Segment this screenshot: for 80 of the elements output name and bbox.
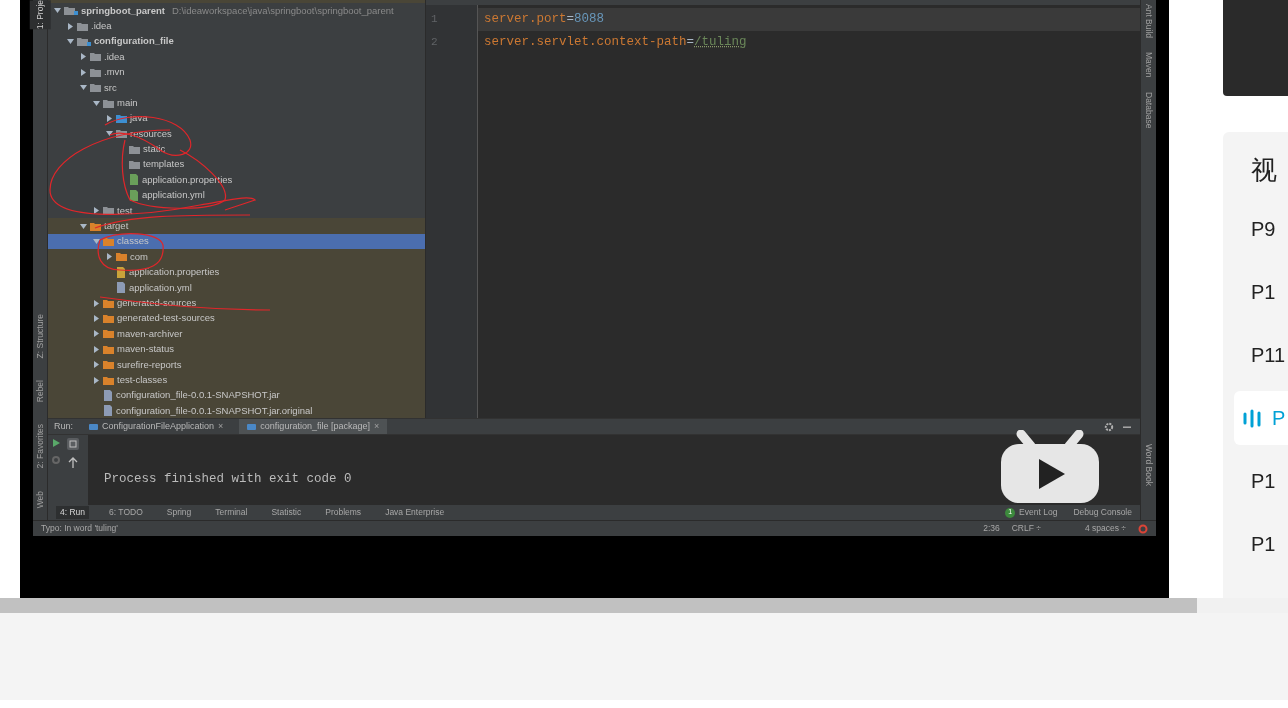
- tree-item-label: application.yml: [129, 280, 192, 295]
- tree-item-label: com: [130, 249, 148, 264]
- run-play-icon[interactable]: [51, 438, 61, 448]
- scrollbar-thumb[interactable]: [0, 598, 1197, 613]
- tree-item-label: configuration_file-0.0.1-SNAPSHOT.jar.original: [116, 403, 313, 418]
- tree-item-label: surefire-reports: [117, 357, 182, 372]
- tree-row[interactable]: .idea: [48, 18, 425, 34]
- play-logo-icon[interactable]: [1001, 430, 1099, 503]
- tree-item-label: springboot_parent: [81, 3, 165, 18]
- collapsed-arrow-icon[interactable]: [67, 22, 74, 30]
- run-label: Run:: [54, 419, 73, 433]
- tool-window-tab[interactable]: Web: [29, 490, 51, 508]
- tree-item-label: test-classes: [117, 372, 168, 387]
- tree-item-label: main: [117, 95, 138, 110]
- tool-window-tab[interactable]: Database: [1142, 91, 1155, 128]
- tree-item-label: .mvn: [104, 65, 125, 80]
- tool-window-tab[interactable]: Z: Structure: [29, 313, 51, 359]
- debug-console-tab[interactable]: Debug Console: [1073, 506, 1132, 519]
- playlist-item[interactable]: P1: [1234, 454, 1288, 508]
- indent-setting[interactable]: 4 spaces ÷: [1084, 522, 1126, 535]
- run-config-icon: [247, 422, 257, 431]
- run-config-icon: [89, 422, 98, 431]
- tree-item-label: target: [104, 219, 129, 234]
- restore-layout-icon[interactable]: [67, 438, 79, 450]
- tool-window-tab[interactable]: 1: Proje: [29, 0, 51, 30]
- tree-row[interactable]: main: [48, 95, 425, 111]
- settings-icon[interactable]: [1104, 421, 1114, 432]
- tool-tab[interactable]: Spring: [162, 506, 196, 519]
- playlist-item[interactable]: P1: [1234, 265, 1288, 319]
- collapsed-arrow-icon[interactable]: [93, 315, 100, 322]
- collapsed-arrow-icon[interactable]: [106, 253, 113, 261]
- console-output: Process finished with exit code 0: [104, 472, 352, 486]
- tree-item-label: src: [104, 80, 117, 95]
- tree-item-label: test: [117, 203, 133, 218]
- tree-item-label: .idea: [91, 18, 112, 33]
- playlist-item[interactable]: P1: [1234, 517, 1288, 571]
- up-arrow-icon[interactable]: [68, 457, 78, 469]
- close-tab-button[interactable]: ×: [218, 419, 224, 434]
- tool-tab[interactable]: 6: TODO: [105, 506, 147, 519]
- playing-bars-icon: [1242, 408, 1262, 428]
- tool-window-tab[interactable]: Maven: [1142, 52, 1155, 78]
- video-player[interactable]: [20, 0, 1169, 598]
- tree-row[interactable]: test: [48, 203, 425, 219]
- tree-item-label: generated-test-sources: [117, 311, 215, 326]
- tree-row[interactable]: .idea: [48, 49, 425, 65]
- tree-item-label: classes: [117, 234, 149, 249]
- tool-tab[interactable]: Problems: [321, 506, 366, 519]
- tool-tab[interactable]: 4: Run: [56, 506, 90, 519]
- expanded-arrow-icon[interactable]: [54, 7, 61, 15]
- tree-item-label: configuration_file-0.0.1-SNAPSHOT.jar: [116, 388, 280, 403]
- collapsed-arrow-icon[interactable]: [106, 114, 113, 122]
- tree-item-label: .idea: [104, 49, 125, 64]
- tool-window-tab[interactable]: Rebel: [29, 380, 51, 403]
- tree-item-label: templates: [143, 157, 185, 172]
- playlist-heading: 视: [1250, 154, 1278, 187]
- line-separator[interactable]: CRLF ÷: [1011, 522, 1041, 535]
- tool-window-tab[interactable]: 2: Favorites: [29, 424, 51, 469]
- tool-window-tab[interactable]: Word Book: [1142, 444, 1155, 486]
- tree-item-label: maven-archiver: [117, 326, 183, 341]
- collapsed-arrow-icon[interactable]: [93, 207, 100, 215]
- run-tab[interactable]: ConfigurationFileApplication ×: [81, 419, 232, 434]
- expanded-arrow-icon[interactable]: [106, 130, 113, 138]
- tool-tab[interactable]: Java Enterprise: [381, 506, 449, 519]
- status-message: Typo: In word 'tuling': [41, 522, 118, 535]
- expanded-arrow-icon[interactable]: [67, 37, 74, 45]
- tool-tab[interactable]: Terminal: [211, 506, 252, 519]
- tree-row[interactable]: springboot_parent D:\ideaworkspace\java\springboot\springboot_parent: [48, 3, 425, 19]
- tree-item-label: application.properties: [129, 265, 220, 280]
- close-tab-button[interactable]: ×: [373, 419, 380, 434]
- playlist-item[interactable]: P11: [1234, 328, 1288, 382]
- event-log-tab[interactable]: Event Log: [1019, 506, 1058, 519]
- playlist-item[interactable]: P9: [1234, 202, 1288, 256]
- tree-item-label: configuration_file: [94, 34, 174, 49]
- tool-tab[interactable]: Statistic: [267, 506, 306, 519]
- tree-item-label: application.yml: [142, 188, 205, 203]
- caret-position[interactable]: 2:36: [983, 522, 1000, 535]
- run-tab[interactable]: configuration_file [package] ×: [239, 419, 388, 434]
- path-hint: D:\ideaworkspace\java\springboot\springboot_parent: [171, 3, 394, 18]
- tree-item-label: maven-status: [117, 342, 175, 357]
- tool-window-tab[interactable]: Ant Build: [1142, 4, 1155, 39]
